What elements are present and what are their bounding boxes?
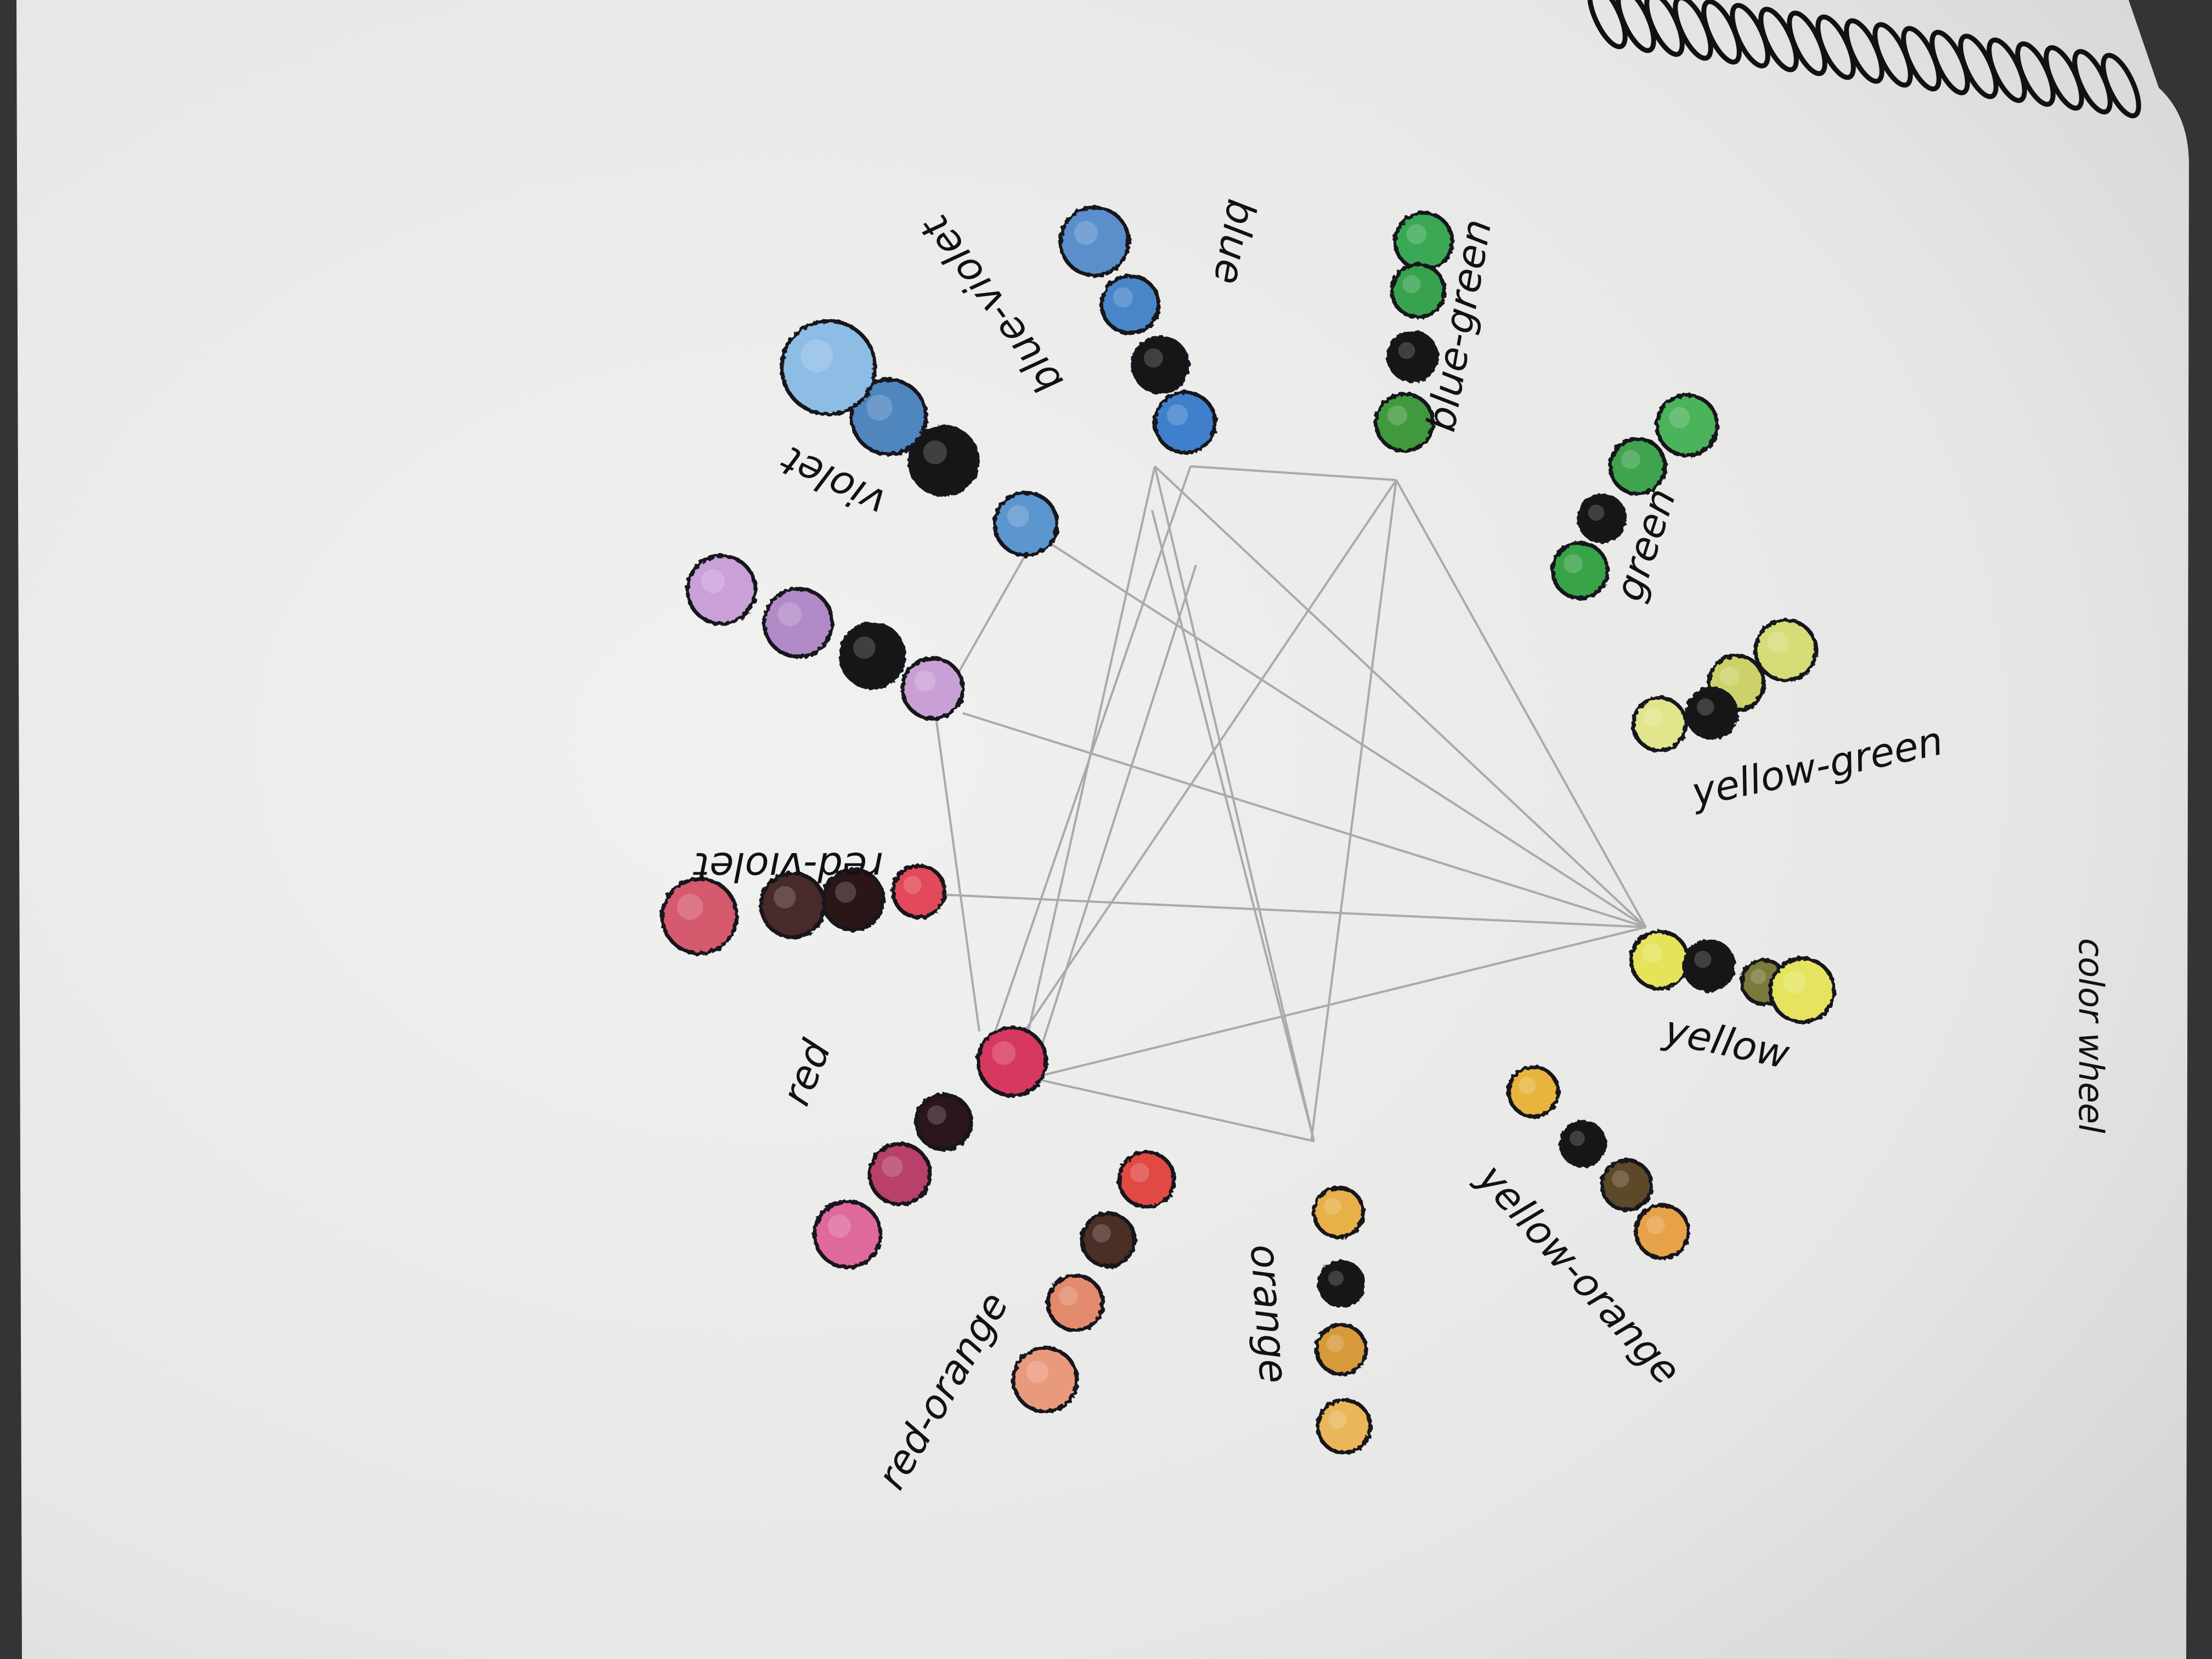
color-swatch	[1577, 493, 1627, 544]
color-swatch	[1550, 541, 1610, 600]
color-swatch	[1506, 1065, 1560, 1119]
swatch-highlight	[1406, 224, 1427, 245]
color-swatch	[1312, 1186, 1365, 1239]
swatch-highlight	[1074, 221, 1098, 245]
color-swatch	[1117, 1150, 1176, 1209]
color-swatch	[1608, 437, 1667, 496]
swatch-highlight	[923, 440, 947, 465]
color-swatch	[992, 490, 1059, 557]
color-swatch	[1682, 939, 1736, 992]
swatch-highlight	[1783, 971, 1805, 994]
color-swatch	[1768, 956, 1836, 1024]
swatch-highlight	[1402, 275, 1421, 294]
color-swatch	[1317, 1260, 1365, 1308]
swatch-highlight	[1398, 342, 1415, 359]
color-swatch	[1634, 1203, 1691, 1260]
swatch-highlight	[882, 1156, 903, 1177]
color-swatch	[914, 1092, 973, 1152]
color-swatch	[1153, 390, 1217, 455]
color-swatch	[1390, 262, 1447, 319]
swatch-highlight	[1387, 405, 1408, 426]
color-swatch	[780, 319, 877, 416]
swatch-highlight	[677, 894, 703, 920]
color-swatch	[1058, 205, 1131, 278]
swatch-highlight	[1621, 450, 1640, 469]
swatch-highlight	[1519, 1077, 1536, 1094]
swatch-highlight	[1324, 1198, 1341, 1215]
color-swatch	[1316, 1398, 1373, 1455]
swatch-highlight	[991, 1041, 1016, 1065]
swatch-highlight	[1113, 287, 1133, 308]
color-swatch	[1629, 929, 1690, 991]
swatch-highlight	[1612, 1170, 1629, 1188]
swatch-highlight	[1167, 404, 1188, 426]
swatch-highlight	[927, 1105, 946, 1125]
swatch-highlight	[1092, 1224, 1111, 1243]
swatch-highlight	[1669, 407, 1690, 428]
swatch-highlight	[1697, 698, 1714, 716]
label-red-violet: red-violet	[692, 844, 883, 890]
color-swatch	[1685, 686, 1739, 740]
color-swatch	[976, 1025, 1048, 1098]
swatch-highlight	[800, 340, 833, 373]
color-swatch	[1559, 1120, 1607, 1168]
swatch-highlight	[777, 602, 802, 627]
color-swatch	[1099, 274, 1161, 335]
color-swatch	[1046, 1273, 1105, 1333]
swatch-highlight	[1642, 943, 1663, 963]
swatch-highlight	[853, 636, 876, 659]
swatch-highlight	[1328, 1271, 1344, 1286]
swatch-highlight	[1694, 951, 1712, 968]
swatch-highlight	[701, 569, 725, 594]
page-title: color wheel	[2071, 938, 2111, 1133]
swatch-highlight	[1720, 667, 1739, 686]
color-swatch	[867, 1142, 932, 1206]
swatch-highlight	[1588, 504, 1605, 521]
color-wheel-drawing: blue blue-greengreenyellow-greenyellowyel…	[0, 0, 2212, 1659]
swatch-highlight	[1327, 1335, 1344, 1352]
swatch-highlight	[1328, 1410, 1347, 1429]
swatch-highlight	[1570, 1131, 1585, 1146]
swatch-highlight	[866, 394, 893, 421]
color-swatch	[1600, 1158, 1654, 1212]
color-swatch	[1393, 211, 1454, 272]
color-swatch	[1011, 1346, 1079, 1414]
color-swatch	[838, 622, 906, 690]
swatch-highlight	[1644, 708, 1662, 727]
notebook-photo: blue blue-green green yellow-green yellow yel…	[0, 0, 2212, 1659]
swatch-highlight	[1007, 505, 1029, 527]
color-swatch	[1080, 1211, 1137, 1268]
swatch-highlight	[1059, 1286, 1078, 1306]
color-swatch	[1753, 618, 1818, 682]
color-swatch	[900, 656, 965, 721]
swatch-highlight	[1026, 1361, 1048, 1383]
color-swatch	[685, 554, 758, 626]
color-swatch	[1655, 393, 1719, 458]
swatch-highlight	[1144, 348, 1163, 368]
swatch-highlight	[1130, 1163, 1149, 1182]
color-swatch	[1131, 335, 1190, 394]
color-swatch	[891, 864, 947, 919]
color-swatch	[1631, 696, 1688, 753]
label-orange: orange	[1242, 1243, 1297, 1385]
swatch-highlight	[903, 876, 922, 894]
color-swatch	[762, 586, 834, 659]
swatch-highlight	[828, 1215, 851, 1238]
swatch-highlight	[1768, 632, 1789, 653]
swatch-highlight	[1751, 969, 1766, 984]
color-swatch	[812, 1199, 883, 1269]
color-swatch	[1314, 1323, 1368, 1376]
swatch-highlight	[1646, 1216, 1665, 1234]
swatch-highlight	[915, 670, 936, 692]
swatch-highlight	[1564, 554, 1583, 573]
